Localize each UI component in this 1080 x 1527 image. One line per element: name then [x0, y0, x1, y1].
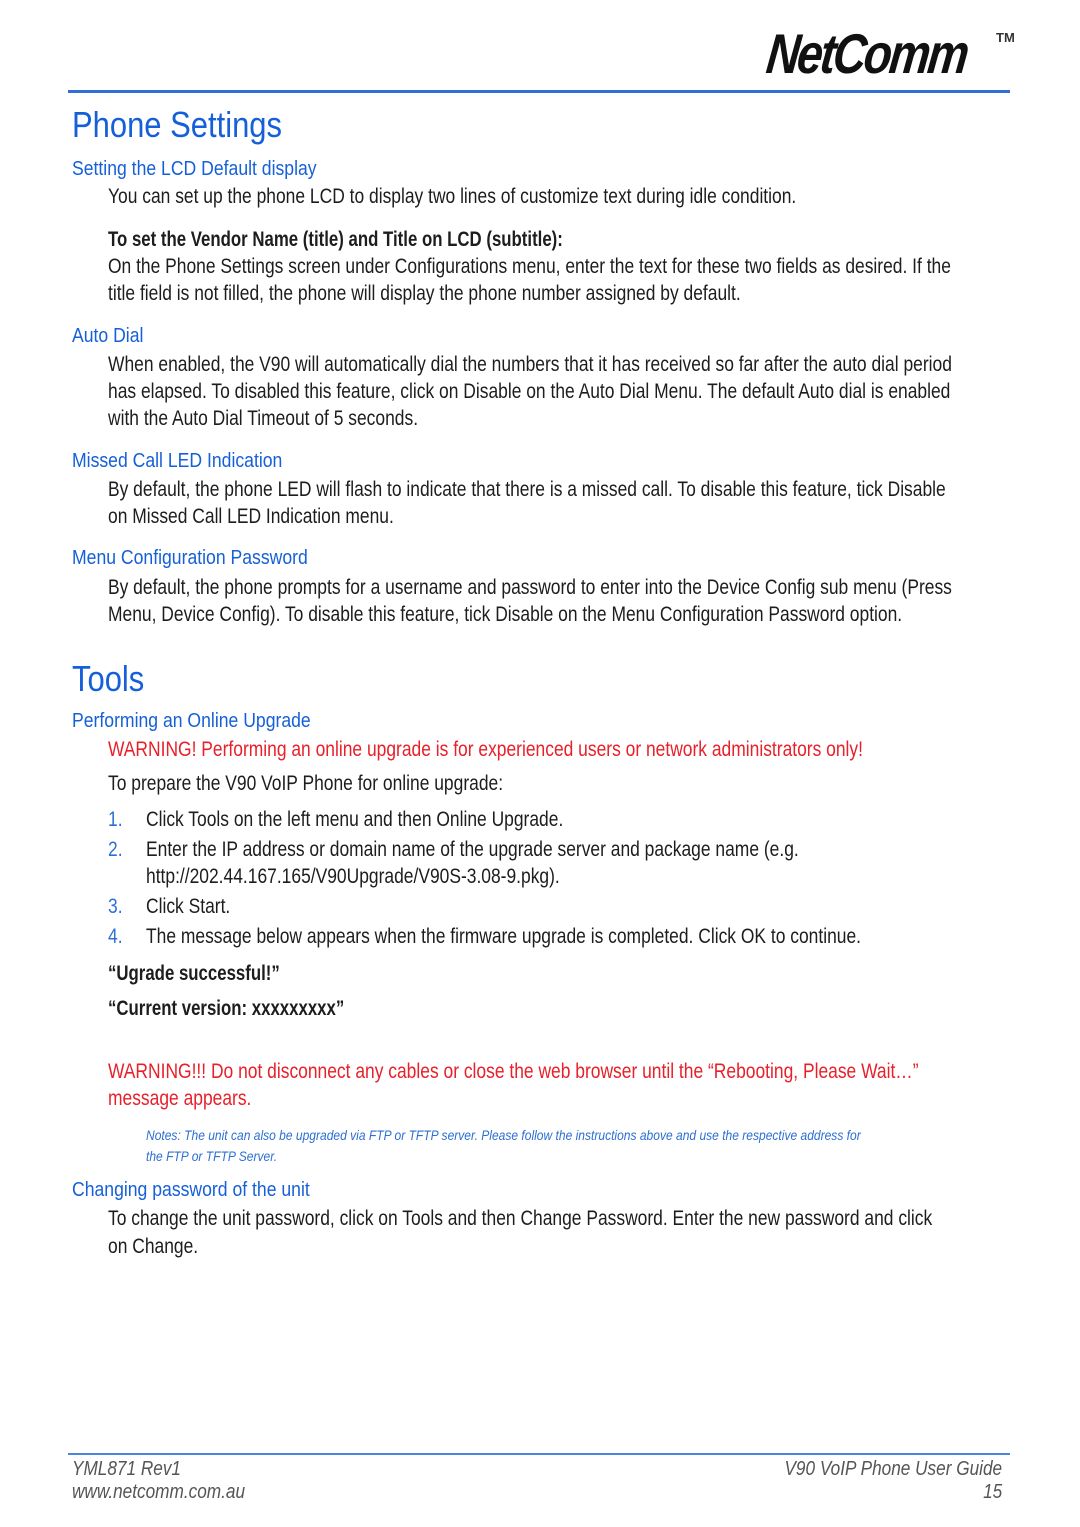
step-number: 3. [108, 895, 123, 918]
lcd-body-line: title field is not filled, the phone wil… [108, 282, 741, 305]
current-version-message: “Current version: xxxxxxxxx” [108, 997, 345, 1020]
change-password-text: To change the unit password, click on To… [108, 1207, 933, 1230]
logo-text: NetComm [763, 22, 971, 85]
heading-auto-dial: Auto Dial [72, 325, 144, 347]
heading-menu-config-password: Menu Configuration Password [72, 547, 308, 569]
logo-trademark: TM [996, 30, 1015, 45]
lcd-body-line: On the Phone Settings screen under Confi… [108, 255, 951, 278]
footer-divider [68, 1453, 1010, 1455]
heading-online-upgrade: Performing an Online Upgrade [72, 710, 311, 732]
menu-password-text: Menu, Device Config). To disable this fe… [108, 603, 903, 626]
lcd-intro-text: You can set up the phone LCD to display … [108, 185, 797, 208]
step-text: Enter the IP address or domain name of t… [146, 838, 799, 861]
auto-dial-text: with the Auto Dial Timeout of 5 seconds. [108, 407, 419, 430]
step-number: 2. [108, 838, 123, 861]
step-text: http://202.44.167.165/V90Upgrade/V90S-3.… [146, 865, 560, 888]
heading-lcd-default-display: Setting the LCD Default display [72, 158, 317, 180]
missed-call-text: By default, the phone LED will flash to … [108, 478, 946, 501]
menu-password-text: By default, the phone prompts for a user… [108, 576, 952, 599]
disconnect-warning: message appears. [108, 1087, 252, 1110]
section-title-phone-settings: Phone Settings [72, 104, 283, 145]
footer-website-link[interactable]: www.netcomm.com.au [72, 1480, 245, 1504]
step-number: 1. [108, 808, 123, 831]
step-text: Click Start. [146, 895, 231, 918]
footer-guide-title: V90 VoIP Phone User Guide [784, 1458, 1002, 1480]
upgrade-note: the FTP or TFTP Server. [146, 1148, 278, 1164]
heading-change-password: Changing password of the unit [72, 1179, 310, 1201]
step-number: 4. [108, 925, 123, 948]
auto-dial-text: has elapsed. To disabled this feature, c… [108, 380, 951, 403]
missed-call-text: on Missed Call LED Indication menu. [108, 505, 394, 528]
upgrade-success-message: “Ugrade successful!” [108, 962, 280, 985]
footer-doc-code: YML871 Rev1 [72, 1458, 182, 1480]
upgrade-warning: WARNING! Performing an online upgrade is… [108, 738, 863, 761]
disconnect-warning: WARNING!!! Do not disconnect any cables … [108, 1060, 919, 1083]
lcd-subheading: To set the Vendor Name (title) and Title… [108, 228, 563, 251]
heading-missed-call-led: Missed Call LED Indication [72, 450, 283, 472]
upgrade-intro: To prepare the V90 VoIP Phone for online… [108, 772, 504, 795]
auto-dial-text: When enabled, the V90 will automatically… [108, 353, 952, 376]
change-password-text: on Change. [108, 1235, 199, 1258]
step-text: The message below appears when the firmw… [146, 925, 862, 948]
header-divider [68, 90, 1010, 93]
upgrade-note: Notes: The unit can also be upgraded via… [146, 1127, 861, 1143]
step-text: Click Tools on the left menu and then On… [146, 808, 564, 831]
footer-page-number: 15 [982, 1481, 1002, 1503]
section-title-tools: Tools [72, 658, 145, 699]
netcomm-logo: NetComm TM [763, 22, 1015, 85]
